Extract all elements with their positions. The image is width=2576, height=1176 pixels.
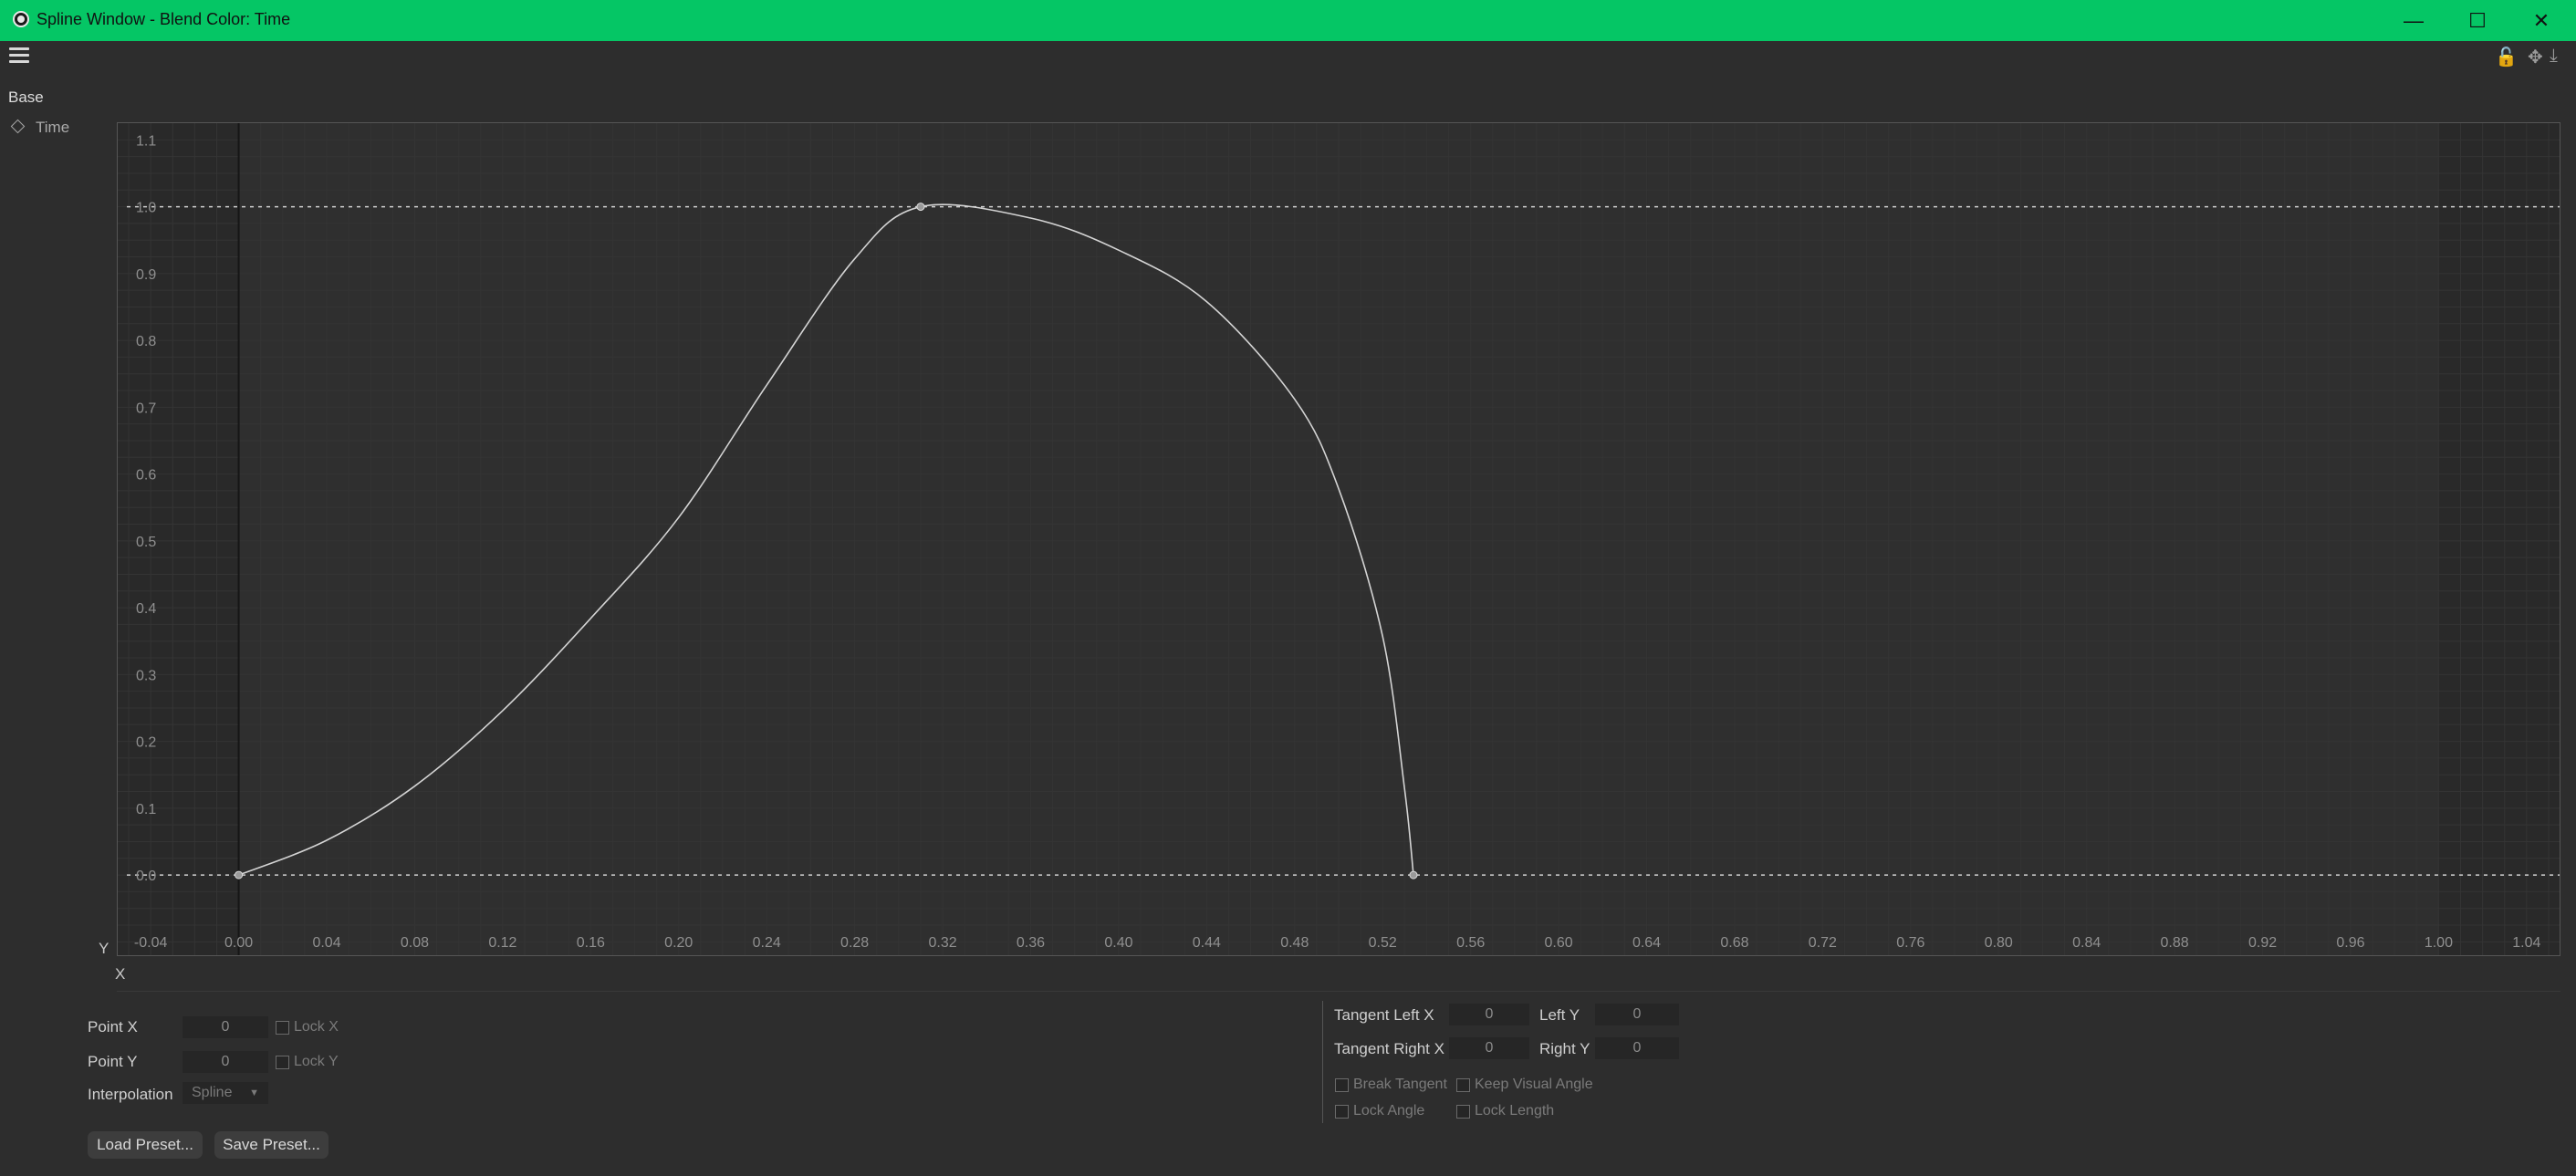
y-tick-label: 0.9	[136, 267, 156, 283]
spline-graph[interactable]: 0.0 0.1 0.2 0.3 0.4 0.5 0.6 0.7 0.8 0.9 1.0 1.1 -0.0…	[117, 122, 2560, 956]
left-y-label: Left Y	[1539, 1006, 1580, 1024]
x-tick-label: 0.24	[753, 935, 781, 951]
checkbox-box[interactable]	[1335, 1104, 1349, 1119]
tangent-right-x-label: Tangent Right X	[1334, 1040, 1444, 1057]
break-tangent-checkbox[interactable]: Break Tangent	[1335, 1077, 1447, 1093]
hamburger-icon[interactable]	[9, 47, 29, 64]
panel-divider	[1322, 1001, 1323, 1123]
y-tick-label: 0.1	[136, 802, 156, 817]
checkbox-box[interactable]	[276, 1020, 289, 1035]
interpolation-select[interactable]: Spline ▼	[183, 1082, 268, 1104]
left-y-input[interactable]: 0	[1595, 1004, 1679, 1025]
title-bar: Spline Window - Blend Color: Time — ☐ ✕	[0, 0, 2576, 41]
x-tick-label: 0.44	[1193, 935, 1221, 951]
y-tick-label: 0.2	[136, 735, 156, 751]
tree-group-base[interactable]: Base	[8, 88, 44, 107]
y-tick-label: 1.0	[136, 201, 156, 216]
checkbox-box[interactable]	[1335, 1077, 1349, 1092]
checkbox-box[interactable]	[1456, 1077, 1470, 1092]
y-tick-label: 0.5	[136, 535, 156, 550]
spline-knot[interactable]	[1409, 870, 1418, 879]
lock-length-label: Lock Length	[1475, 1103, 1555, 1119]
point-x-input[interactable]: 0	[183, 1016, 268, 1038]
minimize-button[interactable]: —	[2382, 0, 2446, 41]
tangent-right-x-input[interactable]: 0	[1449, 1037, 1529, 1059]
lock-icon[interactable]: 🔓	[2495, 46, 2518, 68]
y-tick-label: 1.1	[136, 133, 156, 149]
close-button[interactable]: ✕	[2509, 0, 2573, 41]
export-icon[interactable]: ⤓	[2550, 46, 2558, 67]
lock-angle-checkbox[interactable]: Lock Angle	[1335, 1103, 1424, 1119]
point-x-label: Point X	[88, 1018, 138, 1036]
lock-length-checkbox[interactable]: Lock Length	[1456, 1103, 1554, 1119]
x-tick-label: 0.12	[488, 935, 516, 951]
x-tick-label: 0.60	[1545, 935, 1573, 951]
y-axis-letter: Y	[99, 940, 110, 957]
lock-y-label: Lock Y	[294, 1054, 339, 1069]
x-tick-label: 0.68	[1720, 935, 1748, 951]
keep-visual-angle-checkbox[interactable]: Keep Visual Angle	[1456, 1077, 1593, 1093]
x-tick-label: 1.00	[2425, 935, 2453, 951]
spline-graph-svg[interactable]: 0.0 0.1 0.2 0.3 0.4 0.5 0.6 0.7 0.8 0.9 1.0 1.1 -0.0…	[118, 123, 2560, 955]
tangent-left-x-label: Tangent Left X	[1334, 1006, 1434, 1024]
load-preset-button[interactable]: Load Preset...	[88, 1131, 203, 1159]
x-tick-label: 0.04	[312, 935, 340, 951]
point-y-input[interactable]: 0	[183, 1051, 268, 1073]
x-axis-letter: X	[115, 965, 126, 983]
keep-visual-angle-label: Keep Visual Angle	[1475, 1077, 1593, 1092]
y-tick-label: 0.0	[136, 869, 156, 884]
window-title: Spline Window - Blend Color: Time	[37, 10, 291, 28]
app-logo-icon	[13, 11, 29, 27]
tree-item-label: Time	[36, 119, 70, 136]
x-tick-label: 0.28	[840, 935, 869, 951]
y-tick-label: 0.7	[136, 401, 156, 416]
tangent-left-x-input[interactable]: 0	[1449, 1004, 1529, 1025]
move-icon[interactable]: ✥	[2528, 46, 2543, 68]
checkbox-box[interactable]	[1456, 1104, 1470, 1119]
x-tick-label: 0.20	[664, 935, 693, 951]
x-tick-label: 0.48	[1280, 935, 1309, 951]
y-tick-label: 0.4	[136, 601, 156, 617]
x-tick-label: 0.56	[1456, 935, 1485, 951]
lock-x-label: Lock X	[294, 1019, 339, 1035]
chevron-down-icon: ▼	[249, 1088, 259, 1098]
y-tick-label: 0.3	[136, 668, 156, 683]
interpolation-label: Interpolation	[88, 1086, 173, 1103]
diamond-icon	[10, 119, 26, 134]
x-tick-label: 0.52	[1369, 935, 1397, 951]
x-tick-label: 0.88	[2161, 935, 2189, 951]
point-y-label: Point Y	[88, 1053, 138, 1070]
break-tangent-label: Break Tangent	[1353, 1077, 1447, 1092]
spline-knot[interactable]	[916, 203, 925, 212]
divider	[117, 991, 2560, 992]
x-tick-label: 0.08	[401, 935, 429, 951]
right-y-label: Right Y	[1539, 1040, 1590, 1057]
spline-knot[interactable]	[235, 870, 244, 879]
lock-x-checkbox[interactable]: Lock X	[276, 1019, 339, 1036]
y-tick-label: 0.8	[136, 334, 156, 349]
lock-y-checkbox[interactable]: Lock Y	[276, 1054, 339, 1070]
x-tick-label: 0.64	[1632, 935, 1661, 951]
x-tick-label: 0.84	[2072, 935, 2101, 951]
x-tick-label: 1.04	[2512, 935, 2540, 951]
x-tick-label: 0.76	[1896, 935, 1924, 951]
x-tick-label: 0.40	[1104, 935, 1132, 951]
x-tick-label: 0.92	[2248, 935, 2277, 951]
x-tick-label: 0.80	[1985, 935, 2013, 951]
checkbox-box[interactable]	[276, 1055, 289, 1069]
x-tick-label: 0.72	[1809, 935, 1837, 951]
tree-item-time[interactable]: Time	[10, 119, 70, 137]
x-tick-label: 0.00	[224, 935, 253, 951]
x-tick-label: 0.96	[2336, 935, 2364, 951]
maximize-button[interactable]: ☐	[2446, 0, 2509, 41]
x-tick-label: 0.36	[1017, 935, 1045, 951]
lock-angle-label: Lock Angle	[1353, 1103, 1425, 1119]
y-tick-label: 0.6	[136, 468, 156, 484]
x-tick-label: 0.32	[928, 935, 956, 951]
x-tick-label: 0.16	[577, 935, 605, 951]
right-y-input[interactable]: 0	[1595, 1037, 1679, 1059]
save-preset-button[interactable]: Save Preset...	[214, 1131, 329, 1159]
x-tick-label: -0.04	[134, 935, 168, 951]
interpolation-value: Spline	[192, 1085, 233, 1100]
